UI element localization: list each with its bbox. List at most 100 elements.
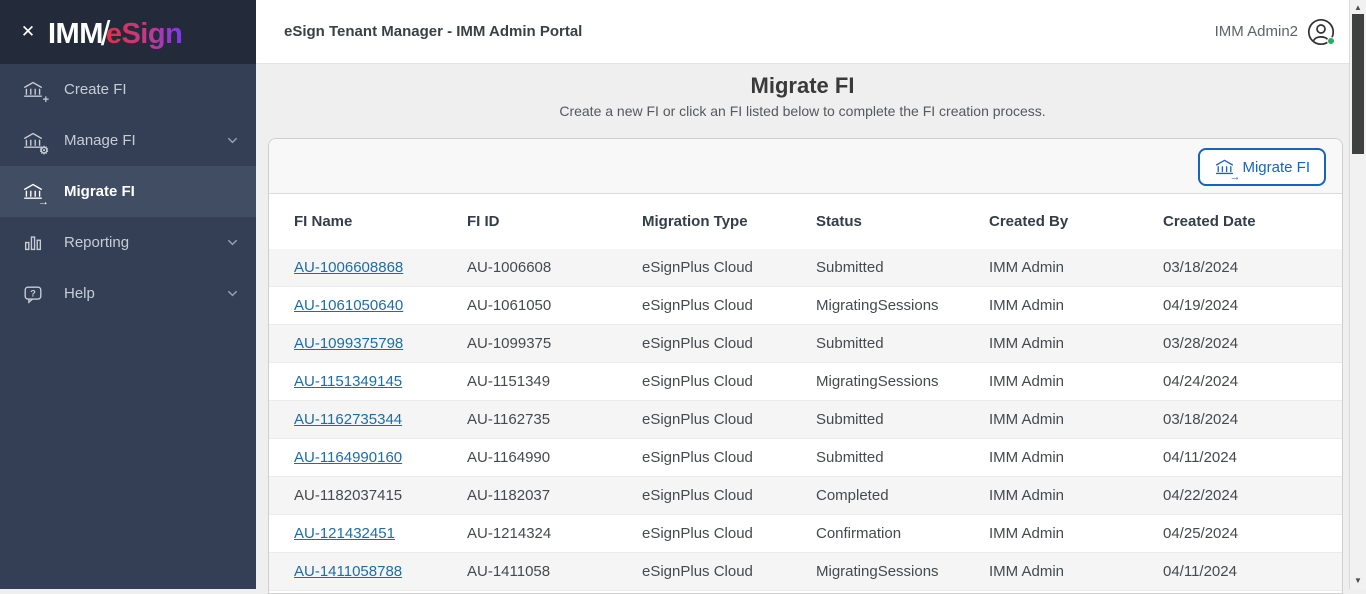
user-name: IMM Admin2 [1215, 23, 1298, 40]
bank-gear-icon: ⚙ [22, 130, 44, 152]
table-row: AU-1182037415AU-1182037eSignPlus CloudCo… [269, 477, 1342, 515]
created-by-cell: IMM Admin [989, 373, 1163, 390]
migrate-fi-button[interactable]: → Migrate FI [1198, 148, 1326, 186]
sidebar: ✕ IMM/eSign + Create FI ⚙ Manage FI → Migrate… [0, 0, 256, 589]
svg-text:?: ? [30, 288, 36, 298]
scroll-up-arrow-icon[interactable]: ▲ [1350, 1, 1366, 15]
fi-id-cell: AU-1214324 [467, 525, 642, 542]
bank-arrow-icon: → [1214, 157, 1235, 178]
bank-plus-icon: + [22, 79, 44, 101]
online-status-dot [1327, 37, 1335, 45]
fi-name-link[interactable]: AU-1411058788 [294, 563, 402, 580]
sidebar-item-label: Help [64, 285, 95, 302]
created-by-cell: IMM Admin [989, 335, 1163, 352]
chevron-down-icon [225, 235, 240, 250]
created-date-cell: 04/19/2024 [1163, 297, 1342, 314]
migration-type-cell: eSignPlus Cloud [642, 449, 816, 466]
table-row: AU-1411058788AU-1411058eSignPlus CloudMi… [269, 553, 1342, 591]
column-header-status: Status [816, 213, 989, 230]
fi-name-cell: AU-1006608868 [294, 259, 467, 276]
status-cell: Submitted [816, 411, 989, 428]
vertical-scrollbar[interactable]: ▲ ▼ [1349, 0, 1366, 589]
status-cell: Submitted [816, 449, 989, 466]
fi-name-link[interactable]: AU-1151349145 [294, 373, 402, 390]
status-cell: Confirmation [816, 525, 989, 542]
table-row: AU-121432451 AU-1214324eSignPlus CloudCon… [269, 515, 1342, 553]
migration-type-cell: eSignPlus Cloud [642, 259, 816, 276]
sidebar-item-reporting[interactable]: Reporting [0, 217, 256, 268]
fi-name-link[interactable]: AU-1162735344 [294, 411, 402, 428]
fi-id-cell: AU-1151349 [467, 373, 642, 390]
migrate-fi-card: → Migrate FI FI NameFI IDMigration TypeS… [268, 138, 1343, 594]
app-logo: IMM/eSign [48, 13, 182, 52]
sidebar-nav-items: + Create FI ⚙ Manage FI → Migrate FI Reporting… [0, 64, 256, 319]
created-by-cell: IMM Admin [989, 259, 1163, 276]
scroll-down-arrow-icon[interactable]: ▼ [1350, 574, 1366, 588]
fi-name-cell: AU-1061050640 [294, 297, 467, 314]
user-menu[interactable]: IMM Admin2 [1215, 18, 1335, 46]
status-cell: MigratingSessions [816, 563, 989, 580]
migration-type-cell: eSignPlus Cloud [642, 373, 816, 390]
logo-imm: IMM [48, 18, 103, 51]
page-title: Migrate FI [256, 73, 1349, 99]
created-date-cell: 03/28/2024 [1163, 335, 1342, 352]
table-row: AU-1151349145AU-1151349eSignPlus CloudMi… [269, 363, 1342, 401]
table-header-row: FI NameFI IDMigration TypeStatusCreated … [269, 194, 1342, 249]
sidebar-item-label: Manage FI [64, 132, 136, 149]
created-date-cell: 04/24/2024 [1163, 373, 1342, 390]
sidebar-item-label: Create FI [64, 81, 127, 98]
sidebar-item-help[interactable]: ? Help [0, 268, 256, 319]
fi-name-link[interactable]: AU-1099375798 [294, 335, 403, 352]
fi-name-cell: AU-1411058788 [294, 563, 467, 580]
fi-id-cell: AU-1182037 [467, 487, 642, 504]
fi-name-link[interactable]: AU-121432451 [294, 525, 395, 542]
created-date-cell: 04/22/2024 [1163, 487, 1342, 504]
created-by-cell: IMM Admin [989, 487, 1163, 504]
migration-type-cell: eSignPlus Cloud [642, 563, 816, 580]
column-header-fi-id: FI ID [467, 213, 642, 230]
table-row: AU-1006608868AU-1006608eSignPlus CloudSu… [269, 249, 1342, 287]
sidebar-item-label: Migrate FI [64, 183, 135, 200]
scrollbar-thumb[interactable] [1352, 14, 1364, 154]
bar-chart-icon [22, 232, 44, 254]
user-avatar-icon[interactable] [1307, 18, 1335, 46]
status-cell: Submitted [816, 259, 989, 276]
bank-arrow-icon: → [22, 181, 44, 203]
chevron-down-icon [225, 286, 240, 301]
created-date-cell: 03/18/2024 [1163, 411, 1342, 428]
column-header-created-by: Created By [989, 213, 1163, 230]
column-header-fi-name: FI Name [294, 213, 467, 230]
fi-name-cell: AU-1099375798 [294, 335, 467, 352]
migration-type-cell: eSignPlus Cloud [642, 525, 816, 542]
page-header-title: eSign Tenant Manager - IMM Admin Portal [284, 23, 582, 40]
fi-table: AU-1006608868AU-1006608eSignPlus CloudSu… [269, 249, 1342, 591]
sidebar-item-create-fi[interactable]: + Create FI [0, 64, 256, 115]
table-row: AU-1162735344AU-1162735eSignPlus CloudSu… [269, 401, 1342, 439]
card-toolbar: → Migrate FI [269, 139, 1342, 194]
logo-slash: / [101, 15, 110, 54]
created-by-cell: IMM Admin [989, 563, 1163, 580]
sidebar-item-migrate-fi[interactable]: → Migrate FI [0, 166, 256, 217]
created-date-cell: 04/11/2024 [1163, 449, 1342, 466]
column-header-migration-type: Migration Type [642, 213, 816, 230]
app-header: eSign Tenant Manager - IMM Admin Portal … [256, 0, 1349, 64]
fi-name-link[interactable]: AU-1164990160 [294, 449, 402, 466]
created-date-cell: 03/18/2024 [1163, 259, 1342, 276]
table-row: AU-1099375798AU-1099375eSignPlus CloudSu… [269, 325, 1342, 363]
main-content: Migrate FI Create a new FI or click an F… [256, 65, 1349, 589]
fi-id-cell: AU-1099375 [467, 335, 642, 352]
migration-type-cell: eSignPlus Cloud [642, 487, 816, 504]
chevron-down-icon [225, 133, 240, 148]
sidebar-item-manage-fi[interactable]: ⚙ Manage FI [0, 115, 256, 166]
created-by-cell: IMM Admin [989, 411, 1163, 428]
migration-type-cell: eSignPlus Cloud [642, 335, 816, 352]
sidebar-logo-bar: ✕ IMM/eSign [0, 0, 256, 64]
fi-id-cell: AU-1162735 [467, 411, 642, 428]
fi-name-link[interactable]: AU-1006608868 [294, 259, 403, 276]
sidebar-close-button[interactable]: ✕ [14, 18, 42, 46]
fi-name-link[interactable]: AU-1061050640 [294, 297, 403, 314]
created-date-cell: 04/25/2024 [1163, 525, 1342, 542]
status-cell: MigratingSessions [816, 297, 989, 314]
table-row: AU-1164990160AU-1164990eSignPlus CloudSu… [269, 439, 1342, 477]
sidebar-item-label: Reporting [64, 234, 129, 251]
